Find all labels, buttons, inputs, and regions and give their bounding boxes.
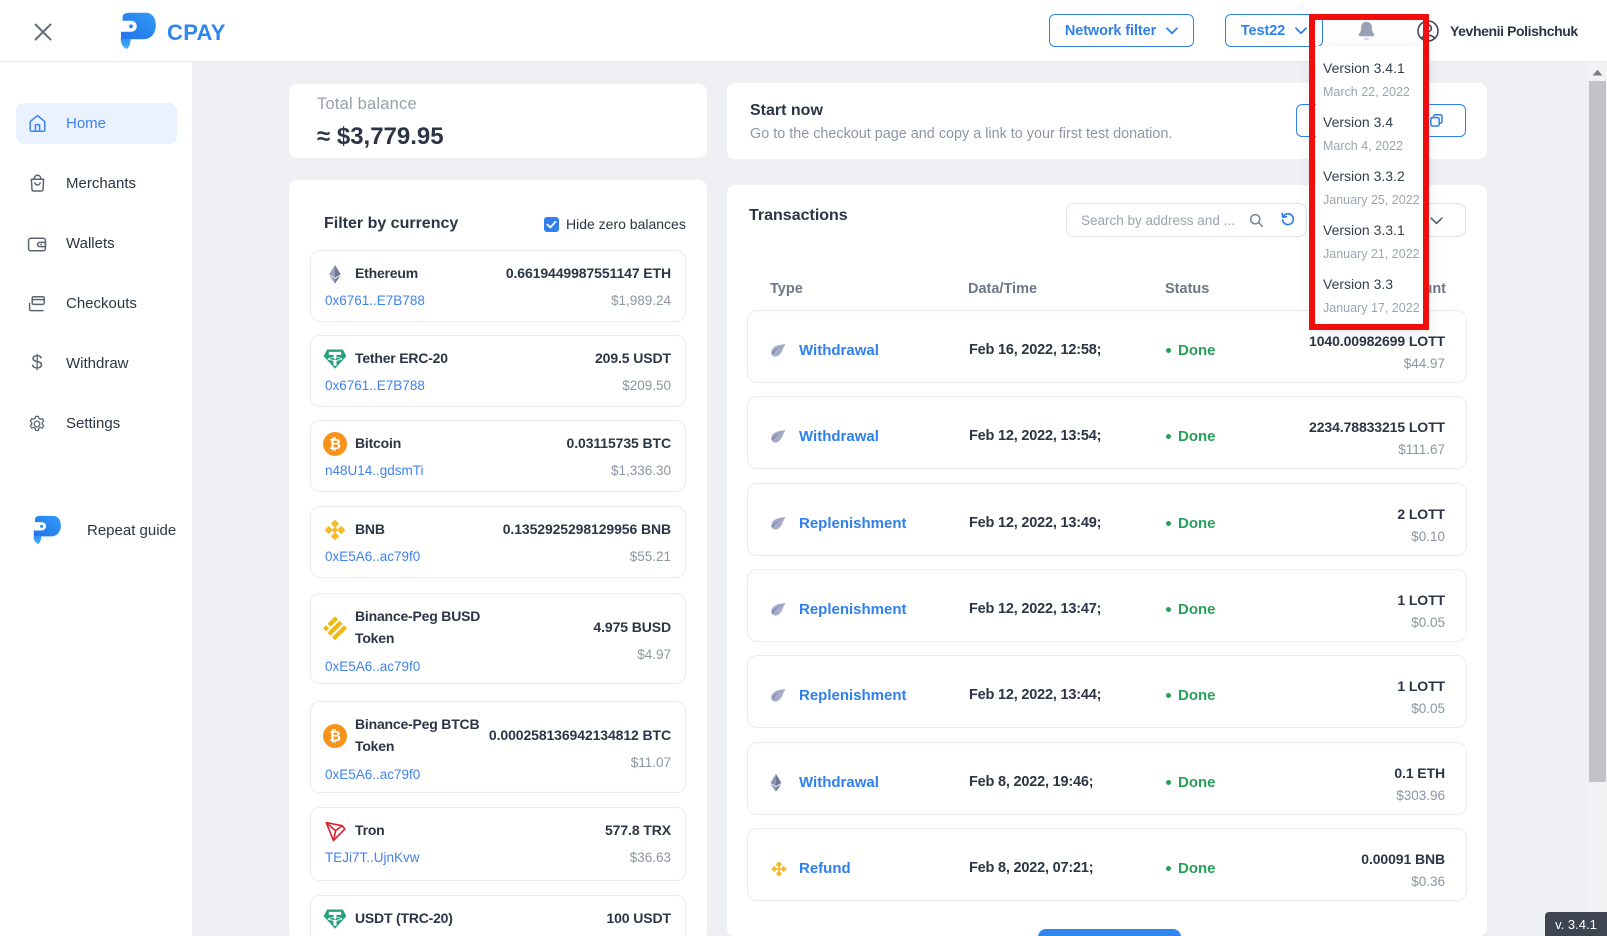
svg-text:₿: ₿ bbox=[329, 437, 341, 453]
svg-text:₿: ₿ bbox=[329, 729, 341, 745]
